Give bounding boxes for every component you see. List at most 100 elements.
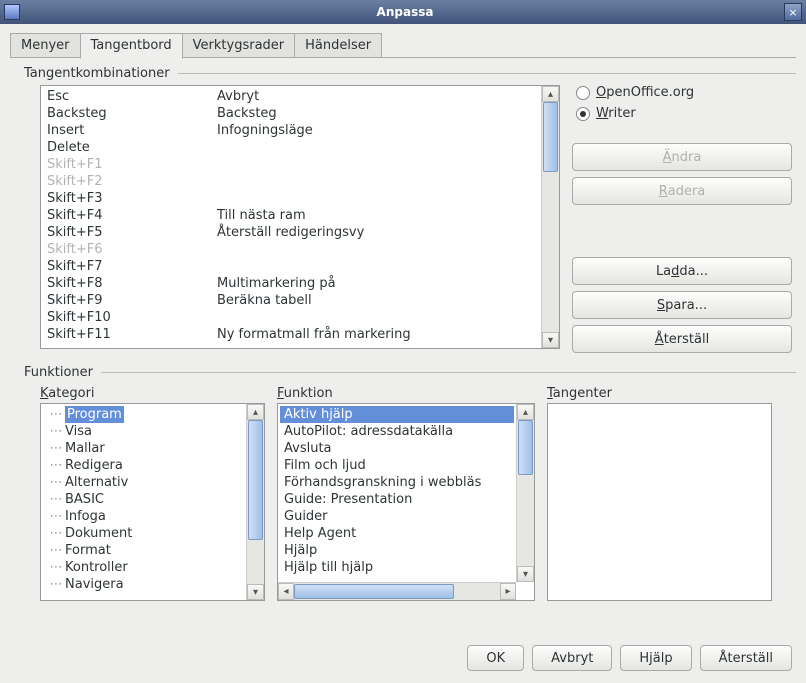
shortcut-row[interactable]: Skift+F2 bbox=[47, 173, 535, 190]
shortcut-key: Skift+F5 bbox=[47, 224, 217, 241]
category-item[interactable]: ⋯Navigera bbox=[43, 576, 244, 593]
ok-button[interactable]: OK bbox=[467, 645, 524, 671]
category-item-label: Mallar bbox=[65, 440, 105, 457]
tree-handle-icon: ⋯ bbox=[47, 559, 65, 576]
function-hscrollbar[interactable]: ◂ ▸ bbox=[278, 582, 516, 600]
dialog-button-row: OK Avbryt Hjälp Återställ bbox=[10, 635, 796, 673]
shortcut-action: Till nästa ram bbox=[217, 207, 306, 224]
tab-keyboard[interactable]: Tangentbord bbox=[80, 33, 183, 59]
load-button[interactable]: Ladda... bbox=[572, 257, 792, 285]
shortcut-row[interactable]: Skift+F4Till nästa ram bbox=[47, 207, 535, 224]
category-item[interactable]: ⋯Redigera bbox=[43, 457, 244, 474]
shortcut-key: Skift+F3 bbox=[47, 190, 217, 207]
modify-button[interactable]: Ändra bbox=[572, 143, 792, 171]
scroll-up-icon[interactable]: ▴ bbox=[517, 404, 534, 420]
shortcut-row[interactable]: Skift+F1 bbox=[47, 156, 535, 173]
shortcut-action: Återställ redigeringsvy bbox=[217, 224, 364, 241]
scope-openoffice-label: OpenOffice.org bbox=[596, 85, 694, 100]
function-item[interactable]: Film och ljud bbox=[280, 457, 514, 474]
scope-radio-openoffice[interactable]: OpenOffice.org bbox=[572, 85, 792, 100]
scope-radio-writer[interactable]: Writer bbox=[572, 106, 792, 121]
function-listbox[interactable]: Aktiv hjälpAutoPilot: adressdatakällaAvs… bbox=[277, 403, 535, 601]
function-vscrollbar[interactable]: ▴ ▾ bbox=[516, 404, 534, 582]
tree-handle-icon: ⋯ bbox=[47, 423, 65, 440]
reset-keys-button[interactable]: Återställ bbox=[572, 325, 792, 353]
function-item[interactable]: Help Agent bbox=[280, 525, 514, 542]
tree-handle-icon: ⋯ bbox=[47, 525, 65, 542]
tab-toolbars[interactable]: Verktygsrader bbox=[182, 33, 295, 58]
shortcut-row[interactable]: EscAvbryt bbox=[47, 88, 535, 105]
scroll-right-icon[interactable]: ▸ bbox=[500, 583, 516, 600]
keys-listbox[interactable] bbox=[547, 403, 772, 601]
functions-section-label: Funktioner bbox=[24, 365, 93, 380]
tab-menus[interactable]: Menyer bbox=[10, 33, 81, 58]
category-item[interactable]: ⋯Format bbox=[43, 542, 244, 559]
category-item[interactable]: ⋯BASIC bbox=[43, 491, 244, 508]
shortcut-row[interactable]: Skift+F5Återställ redigeringsvy bbox=[47, 224, 535, 241]
function-item[interactable]: Avsluta bbox=[280, 440, 514, 457]
shortcut-row[interactable]: Skift+F3 bbox=[47, 190, 535, 207]
help-button[interactable]: Hjälp bbox=[620, 645, 691, 671]
reset-button[interactable]: Återställ bbox=[700, 645, 792, 671]
category-item-label: Redigera bbox=[65, 457, 123, 474]
scroll-up-icon[interactable]: ▴ bbox=[542, 86, 559, 102]
scroll-down-icon[interactable]: ▾ bbox=[247, 584, 264, 600]
shortcut-row[interactable]: Skift+F7 bbox=[47, 258, 535, 275]
tree-handle-icon: ⋯ bbox=[47, 542, 65, 559]
category-item[interactable]: ⋯Dokument bbox=[43, 525, 244, 542]
shortcut-row[interactable]: InsertInfogningsläge bbox=[47, 122, 535, 139]
shortcut-row[interactable]: Skift+F10 bbox=[47, 309, 535, 326]
save-button[interactable]: Spara... bbox=[572, 291, 792, 319]
scroll-down-icon[interactable]: ▾ bbox=[542, 332, 559, 348]
function-item[interactable]: Guider bbox=[280, 508, 514, 525]
titlebar: Anpassa × bbox=[0, 0, 806, 24]
category-vscrollbar[interactable]: ▴ ▾ bbox=[246, 404, 264, 600]
window-title: Anpassa bbox=[26, 5, 784, 19]
function-item[interactable]: Hjälp bbox=[280, 542, 514, 559]
category-item[interactable]: ⋯Alternativ bbox=[43, 474, 244, 491]
shortcut-vscrollbar[interactable]: ▴ ▾ bbox=[541, 86, 559, 348]
category-item[interactable]: ⋯Infoga bbox=[43, 508, 244, 525]
shortcut-key: Insert bbox=[47, 122, 217, 139]
shortcut-key: Skift+F4 bbox=[47, 207, 217, 224]
tree-handle-icon: ⋯ bbox=[47, 406, 65, 423]
shortcut-row[interactable]: BackstegBacksteg bbox=[47, 105, 535, 122]
category-item[interactable]: ⋯Program bbox=[43, 406, 244, 423]
tree-handle-icon: ⋯ bbox=[47, 491, 65, 508]
function-item[interactable]: Aktiv hjälp bbox=[280, 406, 514, 423]
scroll-left-icon[interactable]: ◂ bbox=[278, 583, 294, 600]
category-item[interactable]: ⋯Visa bbox=[43, 423, 244, 440]
shortcut-key: Skift+F10 bbox=[47, 309, 217, 326]
shortcut-key: Delete bbox=[47, 139, 217, 156]
shortcut-row[interactable]: Skift+F11Ny formatmall från markering bbox=[47, 326, 535, 343]
shortcut-key: Skift+F1 bbox=[47, 156, 217, 173]
category-item-label: Format bbox=[65, 542, 111, 559]
shortcut-row[interactable]: Skift+F6 bbox=[47, 241, 535, 258]
function-item[interactable]: AutoPilot: adressdatakälla bbox=[280, 423, 514, 440]
category-item-label: Dokument bbox=[65, 525, 132, 542]
shortcut-key: Skift+F8 bbox=[47, 275, 217, 292]
function-item[interactable]: Förhandsgranskning i webbläs bbox=[280, 474, 514, 491]
shortcut-row[interactable]: Delete bbox=[47, 139, 535, 156]
radio-icon[interactable] bbox=[576, 86, 590, 100]
app-icon bbox=[4, 4, 20, 20]
tab-events[interactable]: Händelser bbox=[294, 33, 382, 58]
shortcut-listbox[interactable]: EscAvbrytBackstegBackstegInsertInfogning… bbox=[40, 85, 560, 349]
close-button[interactable]: × bbox=[784, 3, 802, 21]
radio-icon[interactable] bbox=[576, 107, 590, 121]
shortcut-row[interactable]: Skift+F9Beräkna tabell bbox=[47, 292, 535, 309]
category-item[interactable]: ⋯Mallar bbox=[43, 440, 244, 457]
function-item[interactable]: Guide: Presentation bbox=[280, 491, 514, 508]
category-listbox[interactable]: ⋯Program⋯Visa⋯Mallar⋯Redigera⋯Alternativ… bbox=[40, 403, 265, 601]
shortcut-action: Infogningsläge bbox=[217, 122, 313, 139]
scroll-up-icon[interactable]: ▴ bbox=[247, 404, 264, 420]
scroll-down-icon[interactable]: ▾ bbox=[517, 566, 534, 582]
shortcut-key: Skift+F7 bbox=[47, 258, 217, 275]
category-item-label: Alternativ bbox=[65, 474, 128, 491]
shortcut-row[interactable]: Skift+F8Multimarkering på bbox=[47, 275, 535, 292]
functions-section-header: Funktioner bbox=[10, 363, 796, 384]
delete-button[interactable]: Radera bbox=[572, 177, 792, 205]
function-item[interactable]: Hjälp till hjälp bbox=[280, 559, 514, 576]
cancel-button[interactable]: Avbryt bbox=[532, 645, 612, 671]
category-item[interactable]: ⋯Kontroller bbox=[43, 559, 244, 576]
